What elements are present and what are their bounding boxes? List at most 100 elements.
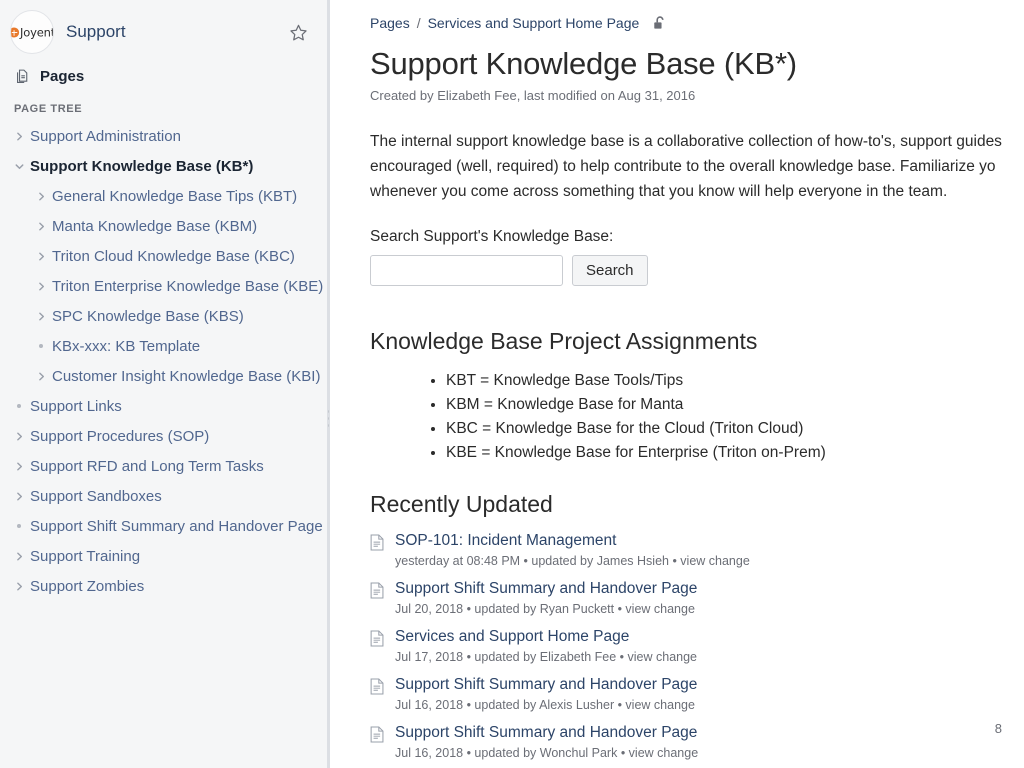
search-input[interactable] (370, 255, 563, 286)
update-title[interactable]: Support Shift Summary and Handover Page (395, 674, 697, 695)
chevron-right-icon[interactable] (30, 252, 52, 261)
breadcrumb-separator: / (417, 15, 421, 31)
update-meta[interactable]: Jul 16, 2018 • updated by Alexis Lusher … (395, 696, 697, 715)
tree-item[interactable]: Support Sandboxes (0, 481, 329, 511)
tree-item[interactable]: Customer Insight Knowledge Base (KBI) (0, 361, 329, 391)
page-document-icon (370, 530, 386, 571)
breadcrumb: Pages / Services and Support Home Page (370, 12, 1024, 34)
tree-item-label: Triton Enterprise Knowledge Base (KBE) (52, 278, 323, 295)
joyent-plus-circle-icon (10, 27, 19, 37)
page-byline: Created by Elizabeth Fee, last modified … (370, 88, 1024, 103)
space-logo[interactable]: Joyent (10, 10, 54, 54)
search-block: Search Support's Knowledge Base: Search (370, 228, 1024, 286)
page-number: 8 (995, 721, 1002, 736)
page-document-icon (370, 578, 386, 619)
bullet-dot (8, 404, 30, 408)
confluence-page: Joyent Support Pages PAGE TREE Support A… (0, 0, 1024, 768)
update-title[interactable]: Services and Support Home Page (395, 626, 697, 647)
tree-item-label: Support Administration (30, 128, 181, 145)
search-button[interactable]: Search (572, 255, 648, 286)
space-name[interactable]: Support (66, 22, 285, 42)
page-tree-heading: PAGE TREE (0, 89, 329, 121)
tree-item[interactable]: Triton Cloud Knowledge Base (KBC) (0, 241, 329, 271)
page-document-icon (370, 722, 386, 763)
logo-text: Joyent (20, 25, 54, 39)
chevron-right-icon[interactable] (8, 462, 30, 471)
main-content: Pages / Services and Support Home Page S… (330, 0, 1024, 768)
pages-stack-icon (14, 68, 31, 85)
tree-item-label: Support Procedures (SOP) (30, 428, 209, 445)
assignments-heading: Knowledge Base Project Assignments (370, 328, 1024, 355)
tree-item-label: Customer Insight Knowledge Base (KBI) (52, 368, 320, 385)
breadcrumb-parent[interactable]: Services and Support Home Page (428, 15, 640, 31)
tree-item[interactable]: KBx-xxx: KB Template (0, 331, 329, 361)
chevron-right-icon[interactable] (8, 582, 30, 591)
update-meta[interactable]: Jul 20, 2018 • updated by Ryan Puckett •… (395, 600, 697, 619)
assignment-item: KBE = Knowledge Base for Enterprise (Tri… (446, 441, 1024, 465)
tree-item[interactable]: SPC Knowledge Base (KBS) (0, 301, 329, 331)
update-item: Support Shift Summary and Handover PageJ… (370, 674, 1024, 715)
update-title[interactable]: Support Shift Summary and Handover Page (395, 722, 698, 743)
tree-item[interactable]: Support Zombies (0, 571, 329, 601)
chevron-right-icon[interactable] (8, 552, 30, 561)
tree-item[interactable]: Support Shift Summary and Handover Page (0, 511, 329, 541)
page-tree: Support Administration Support Knowledge … (0, 121, 329, 611)
tree-item-label: Support Zombies (30, 578, 144, 595)
pages-section[interactable]: Pages (0, 62, 329, 89)
tree-item-label: Support RFD and Long Term Tasks (30, 458, 264, 475)
chevron-right-icon[interactable] (8, 492, 30, 501)
bullet-dot (8, 524, 30, 528)
tree-item[interactable]: Support Training (0, 541, 329, 571)
tree-item-label: Manta Knowledge Base (KBM) (52, 218, 257, 235)
sidebar: Joyent Support Pages PAGE TREE Support A… (0, 0, 330, 768)
chevron-right-icon[interactable] (8, 432, 30, 441)
tree-item[interactable]: Support Knowledge Base (KB*) (0, 151, 329, 181)
intro-paragraph: The internal support knowledge base is a… (370, 129, 1024, 204)
tree-item[interactable]: Support RFD and Long Term Tasks (0, 451, 329, 481)
search-label: Search Support's Knowledge Base: (370, 228, 1024, 246)
assignments-list: KBT = Knowledge Base Tools/TipsKBM = Kno… (370, 369, 1024, 465)
update-meta[interactable]: Jul 17, 2018 • updated by Elizabeth Fee … (395, 648, 697, 667)
pages-label: Pages (40, 68, 84, 85)
recently-updated-list: SOP-101: Incident Managementyesterday at… (370, 530, 1024, 763)
tree-item-label: Support Sandboxes (30, 488, 162, 505)
star-outline-icon[interactable] (285, 19, 311, 45)
tree-item-label: Triton Cloud Knowledge Base (KBC) (52, 248, 295, 265)
update-meta[interactable]: yesterday at 08:48 PM • updated by James… (395, 552, 750, 571)
tree-item-label: General Knowledge Base Tips (KBT) (52, 188, 297, 205)
tree-item[interactable]: Manta Knowledge Base (KBM) (0, 211, 329, 241)
tree-item[interactable]: Support Links (0, 391, 329, 421)
update-meta[interactable]: Jul 16, 2018 • updated by Wonchul Park •… (395, 744, 698, 763)
update-item: Services and Support Home PageJul 17, 20… (370, 626, 1024, 667)
assignment-item: KBM = Knowledge Base for Manta (446, 393, 1024, 417)
tree-item-label: Support Links (30, 398, 122, 415)
tree-item[interactable]: Triton Enterprise Knowledge Base (KBE) (0, 271, 329, 301)
chevron-right-icon[interactable] (30, 312, 52, 321)
tree-item-label: Support Training (30, 548, 140, 565)
page-title: Support Knowledge Base (KB*) (370, 46, 1024, 82)
tree-item[interactable]: General Knowledge Base Tips (KBT) (0, 181, 329, 211)
chevron-right-icon[interactable] (30, 222, 52, 231)
update-title[interactable]: Support Shift Summary and Handover Page (395, 578, 697, 599)
update-title[interactable]: SOP-101: Incident Management (395, 530, 750, 551)
update-item: Support Shift Summary and Handover PageJ… (370, 722, 1024, 763)
tree-item-label: Support Shift Summary and Handover Page (30, 518, 323, 535)
chevron-right-icon[interactable] (30, 192, 52, 201)
chevron-down-icon[interactable] (8, 162, 30, 171)
chevron-right-icon[interactable] (8, 132, 30, 141)
tree-item[interactable]: Support Procedures (SOP) (0, 421, 329, 451)
unlocked-padlock-icon[interactable] (652, 15, 668, 32)
breadcrumb-root[interactable]: Pages (370, 15, 410, 31)
space-header: Joyent Support (0, 0, 329, 62)
chevron-right-icon[interactable] (30, 372, 52, 381)
tree-item-label: KBx-xxx: KB Template (52, 338, 200, 355)
page-document-icon (370, 674, 386, 715)
tree-item[interactable]: Support Administration (0, 121, 329, 151)
update-item: SOP-101: Incident Managementyesterday at… (370, 530, 1024, 571)
update-item: Support Shift Summary and Handover PageJ… (370, 578, 1024, 619)
tree-item-label: SPC Knowledge Base (KBS) (52, 308, 244, 325)
chevron-right-icon[interactable] (30, 282, 52, 291)
bullet-dot (30, 344, 52, 348)
recently-updated-heading: Recently Updated (370, 491, 1024, 518)
page-document-icon (370, 626, 386, 667)
